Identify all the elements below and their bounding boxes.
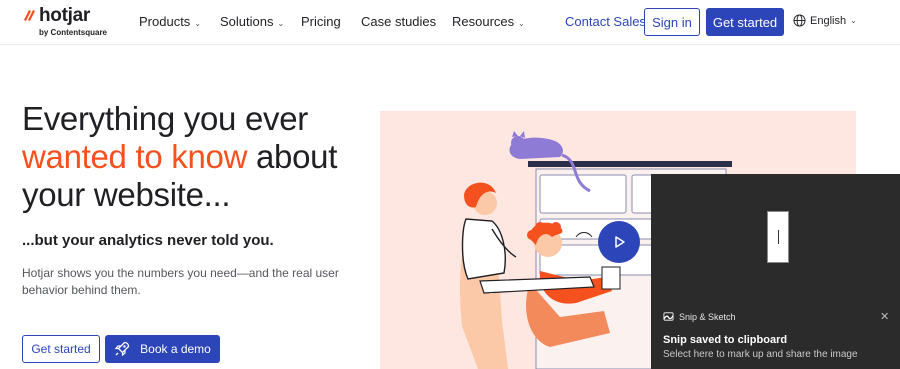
nav-products[interactable]: Products ⌄ [139, 14, 201, 29]
headline-after-accent: about [255, 138, 338, 175]
hero-get-started-button[interactable]: Get started [22, 335, 100, 363]
chevron-down-icon: ⌄ [850, 16, 857, 25]
chevron-down-icon: ⌄ [518, 19, 525, 28]
thumbnail-divider [778, 230, 779, 244]
headline-line-1: Everything you ever [22, 100, 308, 137]
nav-products-label: Products [139, 14, 191, 29]
header-get-started-button[interactable]: Get started [706, 8, 784, 36]
logo-wordmark: hotjar [39, 5, 90, 26]
toast-app-name: Snip & Sketch [679, 311, 736, 322]
rocket-icon [114, 341, 130, 357]
headline-line-3: your website... [22, 176, 231, 213]
toast-title: Snip saved to clipboard [663, 334, 788, 346]
hotjar-logo-icon [24, 10, 35, 21]
toast-app-header: Snip & Sketch [663, 311, 736, 322]
headline-accent: wanted to know [22, 138, 248, 175]
toast-message: Select here to mark up and share the ima… [663, 349, 858, 360]
site-header: hotjar by Contentsquare Products ⌄ Soluti… [0, 0, 900, 45]
hotjar-logo[interactable]: hotjar by Contentsquare [22, 5, 132, 39]
close-icon[interactable]: ✕ [880, 310, 889, 323]
chevron-down-icon: ⌄ [194, 19, 202, 28]
hero-body: Hotjar shows you the numbers you need—an… [22, 266, 339, 297]
hero-subhead: ...but your analytics never told you. [22, 232, 274, 249]
nav-solutions[interactable]: Solutions ⌄ [220, 14, 284, 29]
nav-pricing-label: Pricing [301, 14, 341, 29]
book-demo-label: Book a demo [140, 342, 211, 356]
logo-byline: by Contentsquare [39, 28, 108, 37]
nav-case-studies-label: Case studies [361, 14, 437, 29]
nav-pricing[interactable]: Pricing [301, 14, 341, 29]
chevron-down-icon: ⌄ [277, 19, 285, 28]
contact-sales-link[interactable]: Contact Sales [565, 14, 646, 29]
snip-notification-toast[interactable]: Snip & Sketch ✕ Snip saved to clipboard … [651, 174, 900, 369]
snip-thumbnail[interactable] [767, 211, 789, 263]
play-video-button[interactable] [598, 221, 640, 263]
hero-headline: Everything you ever wanted to know about… [22, 100, 372, 214]
book-demo-button[interactable]: Book a demo [105, 335, 220, 363]
nav-case-studies[interactable]: Case studies [361, 14, 436, 29]
nav-resources-label: Resources [452, 14, 515, 29]
language-label: English [810, 14, 847, 27]
globe-icon [793, 14, 806, 27]
sign-in-button[interactable]: Sign in [644, 8, 700, 36]
snip-sketch-icon [663, 312, 674, 321]
play-icon [615, 236, 625, 248]
nav-resources[interactable]: Resources ⌄ [452, 14, 525, 29]
language-selector[interactable]: English ⌄ [793, 14, 857, 27]
nav-solutions-label: Solutions [220, 14, 274, 29]
